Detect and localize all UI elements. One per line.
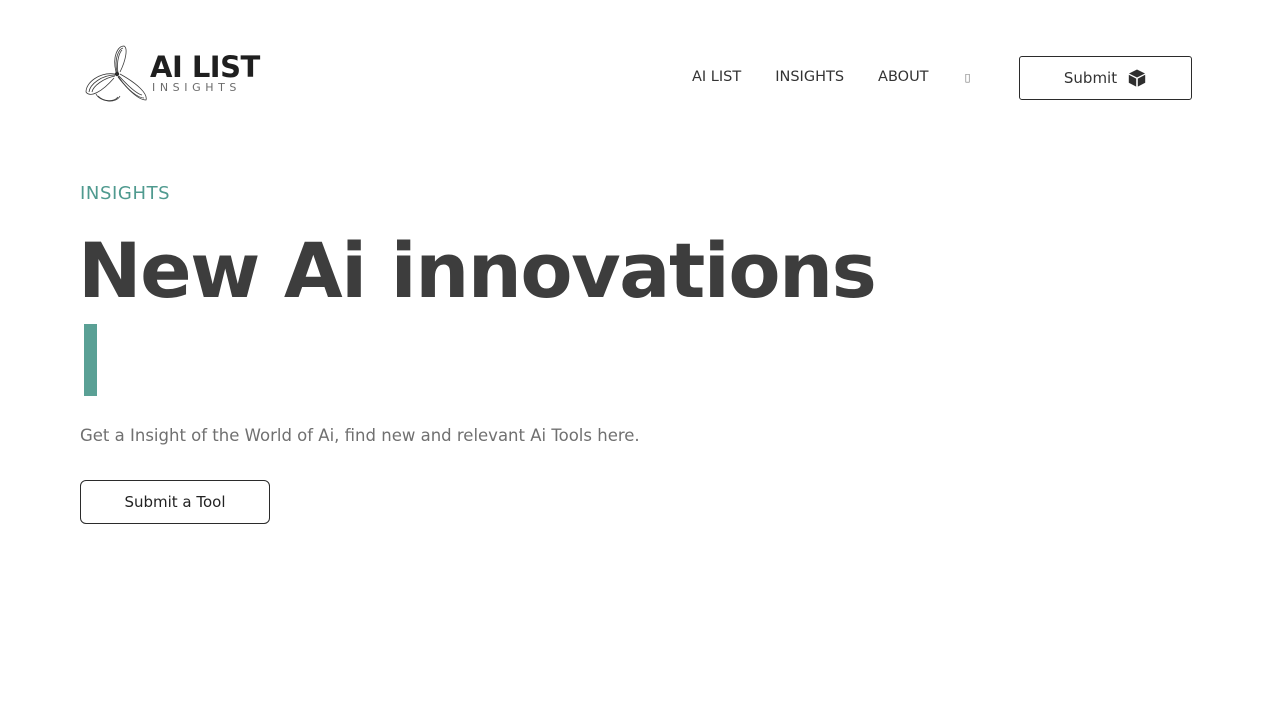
typing-cursor bbox=[84, 324, 97, 396]
page: AI LIST INSIGHTS AI LIST INSIGHTS ABOUT … bbox=[0, 0, 1280, 720]
logo-wordmark: AI LIST bbox=[150, 50, 260, 84]
site-logo[interactable]: AI LIST INSIGHTS bbox=[82, 42, 260, 106]
header-submit-button[interactable]: Submit bbox=[1019, 56, 1192, 100]
propeller-logo-icon bbox=[85, 45, 147, 102]
hero-headline: New Ai innovations bbox=[78, 226, 877, 315]
hero-subtitle: Get a Insight of the World of Ai, find n… bbox=[80, 426, 640, 445]
nav-item-about[interactable]: ABOUT bbox=[878, 69, 929, 85]
nav-item-insights[interactable]: INSIGHTS bbox=[775, 69, 844, 85]
hero-eyebrow: INSIGHTS bbox=[80, 183, 171, 204]
search-icon[interactable]: ▯ bbox=[963, 69, 973, 85]
main-nav: AI LIST INSIGHTS ABOUT ▯ bbox=[692, 66, 973, 88]
site-header: AI LIST INSIGHTS AI LIST INSIGHTS ABOUT … bbox=[80, 40, 1192, 112]
submit-tool-button[interactable]: Submit a Tool bbox=[80, 480, 270, 524]
cube-icon bbox=[1128, 69, 1146, 87]
header-submit-label: Submit bbox=[1063, 69, 1118, 87]
nav-item-ai-list[interactable]: AI LIST bbox=[692, 69, 741, 85]
logo-tagline: INSIGHTS bbox=[152, 81, 241, 94]
